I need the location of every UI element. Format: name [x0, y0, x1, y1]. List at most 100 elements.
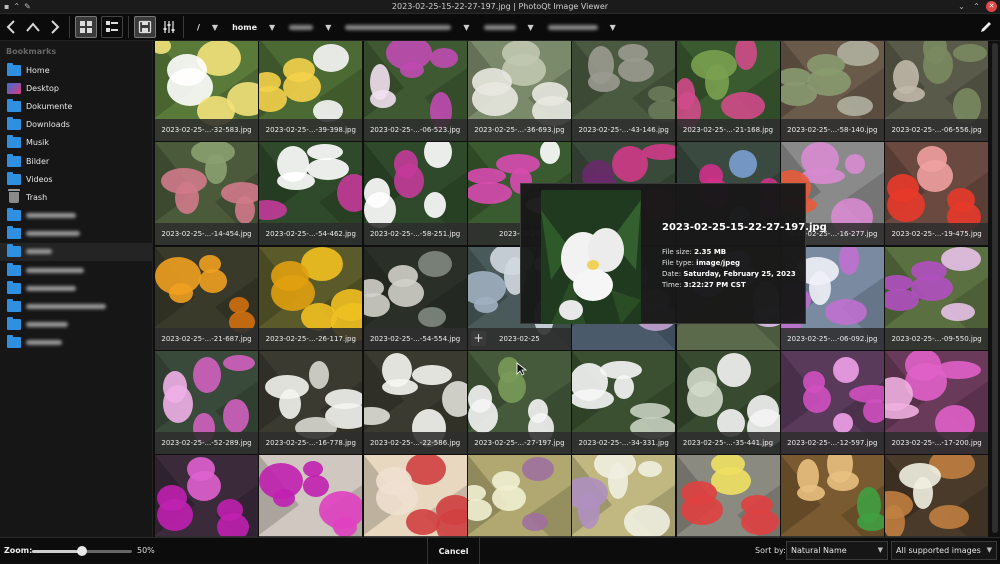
thumbnail-tile[interactable]: 2023-02-25-...-30-424.jpg	[572, 455, 676, 537]
app-icon: ▪	[4, 2, 10, 11]
sliders-icon	[163, 21, 175, 33]
thumbnail-tile[interactable]: 2023-02-25-...-52-289.jpg	[155, 350, 258, 454]
sidebar-item-bilder[interactable]: Bilder	[0, 152, 152, 170]
breadcrumb-redacted[interactable]	[547, 24, 598, 30]
thumbnail-filename: 2023-02-25-...-54-462.jpg	[259, 223, 363, 246]
file-type-filter-select[interactable]: All supported images ▼	[891, 541, 997, 560]
sidebar-item-redacted[interactable]	[0, 225, 152, 243]
thumbnail-tile[interactable]: 2023-02-25-...-17-200.jpg	[885, 350, 988, 454]
remember-location-button[interactable]	[134, 16, 156, 38]
thumbnail-tile[interactable]: 2023-02-25-...-14-454.jpg	[155, 142, 258, 246]
sidebar-item-redacted[interactable]	[0, 261, 152, 279]
scrollbar-thumb[interactable]	[992, 43, 998, 533]
sidebar-item-redacted[interactable]	[0, 334, 152, 352]
minimize-icon[interactable]: ⌄	[956, 1, 967, 12]
thumbnail-tile[interactable]: 2023-02-25-...-34-331.jpg	[572, 350, 676, 454]
chevron-down-icon[interactable]: ▼	[325, 23, 331, 32]
thumbnail-tile[interactable]: 2023-02-25-...-32-583.jpg	[155, 41, 258, 141]
thumbnail-tile[interactable]: 2023-02-25-...-58-251.jpg	[363, 142, 467, 246]
chevron-down-icon: ▼	[986, 546, 992, 554]
chevron-down-icon[interactable]: ▼	[528, 23, 534, 32]
breadcrumb-redacted[interactable]	[289, 24, 314, 30]
thumbnail-tile[interactable]: 2023-02-25-...-23-220.jpg	[467, 455, 571, 537]
thumbnail-tile[interactable]: 2023-02-25-...-21-168.jpg	[676, 41, 780, 141]
sidebar-item-desktop[interactable]: Desktop	[0, 79, 152, 97]
settings-button[interactable]	[158, 15, 180, 39]
thumbnail-filename: 2023-02-25-...-06-092.jpg	[780, 327, 884, 350]
pencil-icon	[981, 22, 991, 32]
list-view-button[interactable]	[101, 16, 123, 38]
add-selection-icon[interactable]: +	[471, 331, 486, 346]
forward-button[interactable]	[44, 15, 66, 39]
zoom-slider-handle[interactable]	[77, 546, 87, 556]
thumbnail-tile[interactable]: 2023-02-26-...-39-159.jpg	[676, 455, 780, 537]
sidebar-item-redacted[interactable]	[0, 207, 152, 225]
sidebar-item-home[interactable]: Home	[0, 61, 152, 79]
thumbnail-tile[interactable]: 2023-02-25-...-54-462.jpg	[259, 142, 363, 246]
thumbnail-tile[interactable]: 2023-02-25-...-58-140.jpg	[780, 41, 884, 141]
thumbnail-tile[interactable]: 2023-02-25-...-09-550.jpg	[885, 246, 988, 350]
breadcrumb-redacted[interactable]	[483, 24, 516, 30]
thumbnail-tile[interactable]: 2023-02-25-...-35-441.jpg	[676, 350, 780, 454]
thumbnail-tile[interactable]: 2023-02-25-...-54-554.jpg	[363, 246, 467, 350]
thumbnail-tile[interactable]: 2023-02-25-...-27-836.jpg	[155, 455, 258, 537]
thumbnail-tile[interactable]: 2023-02-25-...-06-523.jpg	[363, 41, 467, 141]
thumbnail-tile[interactable]: 2023-02-25-...-12-597.jpg	[780, 350, 884, 454]
keep-above-icon[interactable]: ⌃	[13, 2, 20, 12]
thumbnail-tile[interactable]: 2023-02-26-...-03-771.jpg	[780, 455, 884, 537]
zoom-value: 50%	[137, 546, 155, 555]
thumbnail-tile[interactable]: 2023-02-25-...-22-586.jpg	[363, 350, 467, 454]
thumbnail-image	[363, 455, 467, 537]
status-bar: Zoom: 50% Cancel Sort by: Natural Name ▼ …	[0, 537, 1000, 564]
zoom-slider[interactable]	[32, 546, 132, 556]
edit-path-button[interactable]	[976, 17, 996, 37]
thumbnail-filename: 2023-02-25-...-26-117.jpg	[259, 327, 363, 350]
thumbnail-tile[interactable]: 2023-02-25-...-26-117.jpg	[259, 246, 363, 350]
chevron-down-icon[interactable]: ▼	[463, 23, 469, 32]
chevron-down-icon[interactable]: ▼	[269, 23, 275, 32]
pin-icon[interactable]: ✎	[24, 2, 31, 12]
folder-icon	[7, 153, 21, 167]
desktop-icon	[7, 82, 21, 94]
sidebar-item-musik[interactable]: Musik	[0, 134, 152, 152]
thumbnail-tile[interactable]: 2023-02-25-...-32-829.jpg	[259, 455, 363, 537]
back-button[interactable]	[0, 15, 22, 39]
chevron-down-icon[interactable]: ▼	[610, 23, 616, 32]
thumbnail-filename: 2023-02-25-...-19-475.jpg	[885, 223, 988, 246]
sidebar-item-redacted[interactable]	[0, 242, 152, 262]
breadcrumb-home[interactable]: home	[232, 23, 257, 32]
grid-view-button[interactable]	[75, 16, 97, 38]
sidebar-item-videos[interactable]: Videos	[0, 170, 152, 188]
cancel-button[interactable]: Cancel	[427, 538, 480, 564]
sidebar-item-downloads[interactable]: Downloads	[0, 116, 152, 134]
thumbnail-tile[interactable]: 2023-02-25-...-19-475.jpg	[885, 142, 988, 246]
maximize-icon[interactable]: ⌃	[971, 1, 982, 12]
up-button[interactable]	[22, 15, 44, 39]
breadcrumb-root[interactable]: /	[197, 23, 200, 32]
sidebar-item-redacted[interactable]	[0, 279, 152, 297]
sidebar-item-dokumente[interactable]: Dokumente	[0, 97, 152, 115]
thumbnail-tile[interactable]: 2023-02-25-...-16-778.jpg	[259, 350, 363, 454]
thumbnail-filename: 2023-02-25-...-06-556.jpg	[885, 119, 988, 141]
thumbnail-tile[interactable]: 2023-02-25-...-50-999.jpg	[363, 455, 467, 537]
sidebar-item-redacted[interactable]	[0, 297, 152, 315]
sidebar-item-redacted[interactable]	[0, 316, 152, 334]
folder-icon	[7, 262, 21, 276]
tooltip-file-size: File size: 2.35 MB	[662, 248, 727, 256]
thumbnail-tile[interactable]: 2023-02-26-...-09-609.jpg	[885, 455, 988, 537]
chevron-down-icon[interactable]: ▼	[212, 23, 218, 32]
tooltip-filename: 2023-02-25-15-22-27-197.jpg	[662, 222, 827, 233]
breadcrumb-redacted[interactable]	[345, 24, 452, 30]
thumbnail-tile[interactable]: 2023-02-25-...-21-687.jpg	[155, 246, 258, 350]
thumbnail-filename: 2023-02-25-...-21-687.jpg	[155, 327, 258, 350]
sort-select[interactable]: Natural Name ▼	[786, 541, 888, 560]
tooltip-preview-image	[541, 190, 641, 324]
thumbnail-tile[interactable]: 2023-02-25-...-39-398.jpg	[259, 41, 363, 141]
bookmarks-sidebar: Bookmarks Home Desktop Dokumente Downloa…	[0, 41, 153, 537]
thumbnail-tile[interactable]: 2023-02-25-...-43-146.jpg	[572, 41, 676, 141]
grid-scrollbar[interactable]	[989, 41, 1000, 537]
close-icon[interactable]: ✕	[986, 1, 997, 12]
thumbnail-tile[interactable]: 2023-02-25-...-06-556.jpg	[885, 41, 988, 141]
sidebar-item-trash[interactable]: Trash	[0, 188, 152, 206]
thumbnail-tile[interactable]: 2023-02-25-...-36-693.jpg	[467, 41, 571, 141]
